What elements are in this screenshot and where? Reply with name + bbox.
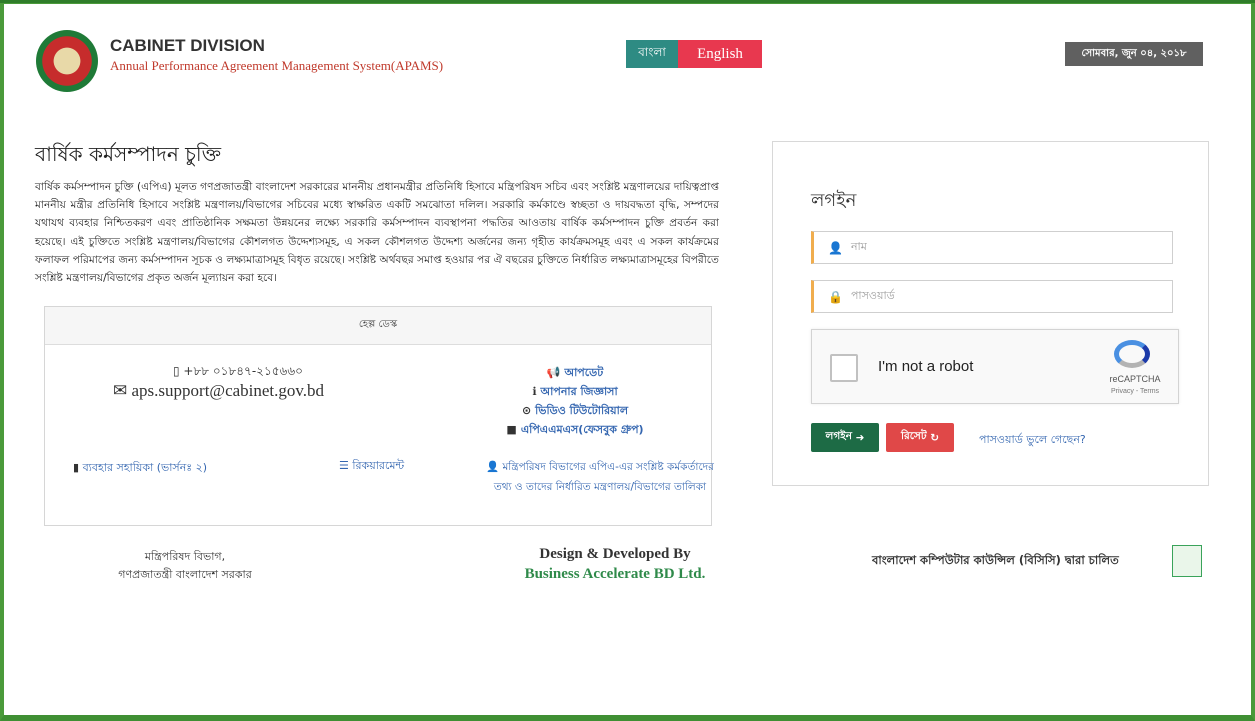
username-input[interactable]: 👤 নাম xyxy=(811,231,1173,264)
support-phone: ▯ +৮৮ ০১৮৪৭-২১৫৬৬০ xyxy=(173,363,303,383)
page-title: বার্ষিক কর্মসম্পাদন চুক্তি xyxy=(35,142,222,166)
play-icon: ⊙ xyxy=(521,404,532,417)
login-title: লগইন xyxy=(811,190,857,211)
megaphone-icon: 📢 xyxy=(546,366,561,379)
language-english-button[interactable]: English xyxy=(678,40,762,68)
document-icon: ▮ xyxy=(73,461,83,474)
bcc-logo-icon xyxy=(1172,545,1202,577)
login-card: লগইন 👤 নাম 🔒 পাসওয়ার্ড I'm not a robot … xyxy=(772,141,1209,486)
login-arrow-icon: ➜ xyxy=(851,431,865,444)
help-desk-heading: হেল্প ডেস্ক xyxy=(45,307,711,345)
help-links: 📢 আপডেট ℹ আপনার জিজ্ঞাসা ⊙ ভিডিও টিউটোরিয়া… xyxy=(455,363,695,439)
language-bangla-button[interactable]: বাংলা xyxy=(626,40,678,68)
password-input[interactable]: 🔒 পাসওয়ার্ড xyxy=(811,280,1173,313)
phone-number: +৮৮ ০১৮৪৭-২১৫৬৬০ xyxy=(183,364,303,378)
recaptcha-checkbox[interactable] xyxy=(830,354,858,382)
user-guide-link[interactable]: ▮ ব্যবহার সহায়িকা (ভার্সনঃ ২) xyxy=(73,459,207,478)
footer-ministry: মন্ত্রিপরিষদ বিভাগ, গণপ্রজাতন্ত্রী বাংলা… xyxy=(118,550,252,581)
footer-powered-by: বাংলাদেশ কম্পিউটার কাউন্সিল (বিসিসি) দ্ব… xyxy=(872,553,1119,567)
recaptcha-icon xyxy=(1114,340,1150,368)
recaptcha-widget: I'm not a robot reCAPTCHA Privacy - Term… xyxy=(811,329,1179,404)
help-desk-panel: হেল্প ডেস্ক ▯ +৮৮ ০১৮৪৭-২১৫৬৬০ ✉ aps.sup… xyxy=(44,306,715,526)
facebook-icon: ■ xyxy=(506,423,517,436)
link-facebook-group[interactable]: ■ এপিএএমএস(ফেসবুক গ্রুপ) xyxy=(455,420,695,439)
footer-developer-label: Design & Developed By xyxy=(539,546,691,562)
user-icon: 👤 xyxy=(828,240,843,255)
recaptcha-label: I'm not a robot xyxy=(878,358,974,375)
officers-list-link[interactable]: 👤 মন্ত্রিপরিষদ বিভাগের এপিএ-এর সংশ্লিষ্ট… xyxy=(485,457,715,497)
top-border xyxy=(0,0,1255,3)
password-placeholder: পাসওয়ার্ড xyxy=(850,289,895,302)
forgot-password-link[interactable]: পাসওয়ার্ড ভুলে গেছেন? xyxy=(979,431,1086,450)
brand-title: CABINET DIVISION xyxy=(110,36,265,55)
link-update[interactable]: 📢 আপডেট xyxy=(455,363,695,382)
date-badge: সোমবার, জুন ০৪, ২০১৮ xyxy=(1065,42,1203,66)
refresh-icon: ↻ xyxy=(926,431,940,444)
mail-icon: ✉ xyxy=(113,381,128,400)
requirement-link[interactable]: ☰ রিকয়ারমেন্ট xyxy=(339,457,404,476)
brand-subtitle: Annual Performance Agreement Management … xyxy=(110,58,444,73)
link-video-tutorial[interactable]: ⊙ ভিডিও টিউটোরিয়াল xyxy=(455,401,695,420)
footer-developer-name[interactable]: Business Accelerate BD Ltd. xyxy=(470,566,760,583)
list-icon: ☰ xyxy=(339,459,353,472)
phone-icon: ▯ xyxy=(173,364,184,378)
email-address: aps.support@cabinet.gov.bd xyxy=(131,381,325,400)
lock-icon: 🔒 xyxy=(828,289,843,304)
support-email: ✉ aps.support@cabinet.gov.bd xyxy=(113,381,324,401)
intro-paragraph: বার্ষিক কর্মসম্পাদন চুক্তি (এপিএ) মূলত গ… xyxy=(35,181,719,285)
login-button[interactable]: লগইন ➜ xyxy=(811,423,879,452)
link-your-query[interactable]: ℹ আপনার জিজ্ঞাসা xyxy=(455,382,695,401)
government-logo-icon xyxy=(36,30,98,92)
recaptcha-privacy-terms[interactable]: Privacy - Terms xyxy=(1097,388,1173,395)
info-icon: ℹ xyxy=(532,385,537,398)
reset-button[interactable]: রিসেট ↻ xyxy=(886,423,954,452)
recaptcha-brand: reCAPTCHA xyxy=(1109,374,1161,384)
username-placeholder: নাম xyxy=(850,240,867,253)
user-icon: 👤 xyxy=(486,461,503,473)
